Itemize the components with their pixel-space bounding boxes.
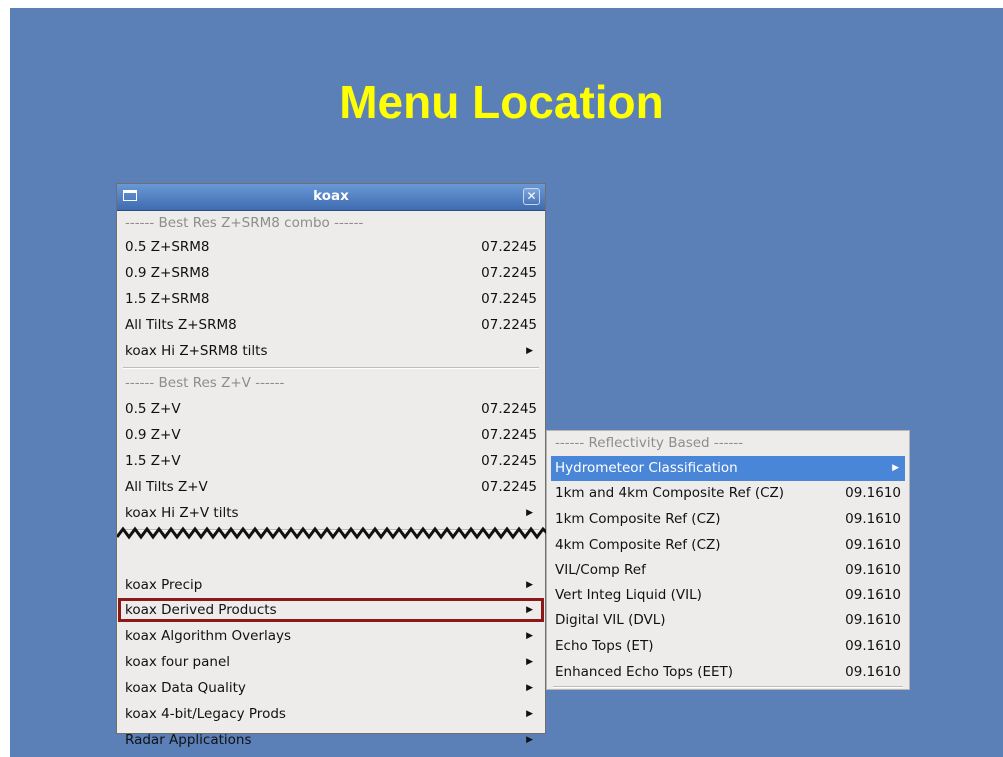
menu-item-label: All Tilts Z+SRM8 — [125, 317, 237, 333]
menu-item-label: 1.5 Z+V — [125, 453, 181, 469]
submenu-item-label: 4km Composite Ref (CZ) — [555, 537, 721, 553]
menu-item-label: 0.9 Z+SRM8 — [125, 265, 210, 281]
submenu-arrow-icon: ▶ — [892, 463, 899, 473]
submenu-item-value: 09.1610 — [845, 537, 901, 553]
menu-body: ------ Best Res Z+SRM8 combo ------ 0.5 … — [117, 211, 545, 748]
menu-item-koax-algorithm-overlays[interactable]: koax Algorithm Overlays ▶ — [117, 624, 545, 649]
menu-item-value: 07.2245 — [481, 479, 537, 495]
menu-item-0-5-z-srm8[interactable]: 0.5 Z+SRM8 07.2245 — [117, 235, 545, 260]
submenu-item-4km-composite-ref[interactable]: 4km Composite Ref (CZ) 09.1610 — [547, 533, 909, 558]
section-header-z-srm8: ------ Best Res Z+SRM8 combo ------ — [117, 211, 545, 236]
submenu-item-label: 1km and 4km Composite Ref (CZ) — [555, 485, 785, 501]
submenu-arrow-icon: ▶ — [526, 683, 533, 693]
menu-item-all-tilts-z-srm8[interactable]: All Tilts Z+SRM8 07.2245 — [117, 313, 545, 338]
menu-item-value: 07.2245 — [481, 453, 537, 469]
submenu-arrow-icon: ▶ — [526, 709, 533, 719]
section-header-label: ------ Best Res Z+SRM8 combo ------ — [125, 215, 364, 231]
menu-item-value: 07.2245 — [481, 427, 537, 443]
submenu-separator — [553, 686, 903, 688]
submenu-item-label: Vert Integ Liquid (VIL) — [555, 587, 702, 603]
menu-separator — [123, 367, 539, 369]
window-title: koax — [313, 188, 349, 204]
submenu-item-value: 09.1610 — [845, 664, 901, 680]
section-header-label: ------ Reflectivity Based ------ — [555, 435, 744, 451]
submenu-arrow-icon: ▶ — [526, 631, 533, 641]
submenu-item-value: 09.1610 — [845, 587, 901, 603]
menu-item-koax-4bit-legacy-prods[interactable]: koax 4-bit/Legacy Prods ▶ — [117, 702, 545, 727]
menu-item-label: 0.9 Z+V — [125, 427, 181, 443]
submenu-arrow-icon: ▶ — [526, 735, 533, 745]
submenu-item-value: 09.1610 — [845, 511, 901, 527]
menu-item-value: 07.2245 — [481, 317, 537, 333]
section-header-label: ------ Best Res Z+V ------ — [125, 375, 285, 391]
submenu-arrow-icon: ▶ — [526, 580, 533, 590]
close-icon[interactable]: ✕ — [523, 188, 540, 205]
menu-item-label: koax Hi Z+V tilts — [125, 505, 239, 521]
menu-item-value: 07.2245 — [481, 265, 537, 281]
menu-item-0-9-z-v[interactable]: 0.9 Z+V 07.2245 — [117, 423, 545, 448]
koax-menu-window: koax ✕ ------ Best Res Z+SRM8 combo ----… — [116, 183, 547, 748]
menu-item-radar-applications[interactable]: Radar Applications ▶ — [117, 728, 545, 753]
menu-item-1-5-z-srm8[interactable]: 1.5 Z+SRM8 07.2245 — [117, 287, 545, 312]
submenu-item-1km-composite-ref[interactable]: 1km Composite Ref (CZ) 09.1610 — [547, 507, 909, 532]
menu-item-value: 07.2245 — [481, 239, 537, 255]
menu-item-0-5-z-v[interactable]: 0.5 Z+V 07.2245 — [117, 397, 545, 422]
menu-item-label: Radar Applications — [125, 732, 252, 748]
section-header-z-v: ------ Best Res Z+V ------ — [117, 371, 545, 396]
submenu-item-vert-integ-liquid[interactable]: Vert Integ Liquid (VIL) 09.1610 — [547, 583, 909, 608]
submenu-item-vil-comp-ref[interactable]: VIL/Comp Ref 09.1610 — [547, 558, 909, 583]
menu-item-0-9-z-srm8[interactable]: 0.9 Z+SRM8 07.2245 — [117, 261, 545, 286]
submenu-item-label: Enhanced Echo Tops (EET) — [555, 664, 734, 680]
menu-item-label: koax Data Quality — [125, 680, 246, 696]
submenu-item-label: VIL/Comp Ref — [555, 562, 646, 578]
menu-item-label: 0.5 Z+SRM8 — [125, 239, 210, 255]
submenu-item-label: Digital VIL (DVL) — [555, 612, 666, 628]
window-titlebar[interactable]: koax ✕ — [117, 184, 545, 211]
slide-title: Menu Location — [339, 76, 664, 128]
menu-item-label: 0.5 Z+V — [125, 401, 181, 417]
menu-item-value: 07.2245 — [481, 401, 537, 417]
menu-item-all-tilts-z-v[interactable]: All Tilts Z+V 07.2245 — [117, 475, 545, 500]
menu-item-label: All Tilts Z+V — [125, 479, 208, 495]
menu-item-label: 1.5 Z+SRM8 — [125, 291, 210, 307]
menu-item-hi-z-v-tilts[interactable]: koax Hi Z+V tilts ▶ — [117, 501, 545, 526]
menu-item-koax-data-quality[interactable]: koax Data Quality ▶ — [117, 676, 545, 701]
submenu-item-label: Echo Tops (ET) — [555, 638, 654, 654]
submenu-item-value: 09.1610 — [845, 562, 901, 578]
menu-item-value: 07.2245 — [481, 291, 537, 307]
menu-item-label: koax Hi Z+SRM8 tilts — [125, 343, 268, 359]
submenu-arrow-icon: ▶ — [526, 508, 533, 518]
submenu-item-echo-tops[interactable]: Echo Tops (ET) 09.1610 — [547, 634, 909, 659]
submenu-item-1km-4km-composite-ref[interactable]: 1km and 4km Composite Ref (CZ) 09.1610 — [547, 481, 909, 506]
submenu-item-value: 09.1610 — [845, 485, 901, 501]
submenu-item-digital-vil[interactable]: Digital VIL (DVL) 09.1610 — [547, 608, 909, 633]
submenu-item-enhanced-echo-tops[interactable]: Enhanced Echo Tops (EET) 09.1610 — [547, 660, 909, 685]
menu-item-1-5-z-v[interactable]: 1.5 Z+V 07.2245 — [117, 449, 545, 474]
submenu-item-value: 09.1610 — [845, 612, 901, 628]
menu-item-label: koax Algorithm Overlays — [125, 628, 292, 644]
highlight-box — [118, 598, 544, 622]
submenu-arrow-icon: ▶ — [526, 346, 533, 356]
menu-item-label: koax four panel — [125, 654, 231, 670]
menu-item-label: koax Precip — [125, 577, 203, 593]
submenu-item-label: Hydrometeor Classification — [555, 460, 738, 476]
submenu-item-hydrometeor-classification[interactable]: Hydrometeor Classification ▶ — [551, 456, 905, 481]
submenu-item-label: 1km Composite Ref (CZ) — [555, 511, 721, 527]
menu-item-koax-precip[interactable]: koax Precip ▶ — [117, 573, 545, 598]
submenu-item-value: 09.1610 — [845, 638, 901, 654]
section-header-reflectivity: ------ Reflectivity Based ------ — [547, 431, 909, 456]
zigzag-break-line — [117, 526, 547, 540]
menu-item-hi-z-srm8-tilts[interactable]: koax Hi Z+SRM8 tilts ▶ — [117, 339, 545, 364]
menu-item-label: koax 4-bit/Legacy Prods — [125, 706, 286, 722]
menu-item-koax-four-panel[interactable]: koax four panel ▶ — [117, 650, 545, 675]
submenu-arrow-icon: ▶ — [526, 657, 533, 667]
derived-products-submenu: ------ Reflectivity Based ------ Hydrome… — [546, 430, 910, 690]
